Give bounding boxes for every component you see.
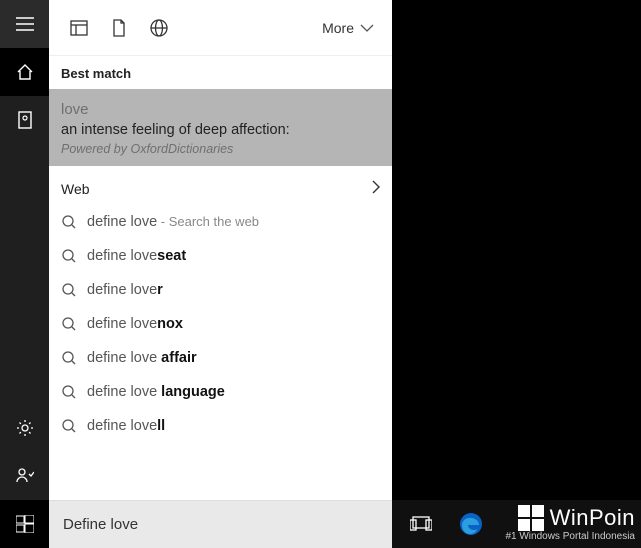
task-view-button[interactable] (402, 505, 440, 543)
search-panel: More Best match love an intense feeling … (49, 0, 392, 548)
suggestion-item[interactable]: define love language (49, 375, 392, 409)
best-match-definition: an intense feeling of deep affection: (61, 122, 380, 138)
feedback-button[interactable] (0, 452, 49, 500)
chevron-down-icon (360, 24, 374, 32)
start-button[interactable] (0, 500, 49, 548)
search-icon (61, 316, 77, 332)
search-icon (61, 418, 77, 434)
chevron-right-icon (372, 180, 380, 197)
apps-filter-icon[interactable] (59, 8, 99, 48)
search-icon (61, 350, 77, 366)
search-icon (61, 214, 77, 230)
more-filters-button[interactable]: More (314, 20, 382, 36)
taskbar (392, 500, 641, 548)
suggestion-item[interactable]: define love - Search the web (49, 205, 392, 239)
suggestion-item[interactable]: define lovell (49, 409, 392, 443)
documents-filter-icon[interactable] (99, 8, 139, 48)
suggestion-item[interactable]: define love affair (49, 341, 392, 375)
notebook-button[interactable] (0, 96, 49, 144)
home-button[interactable] (0, 48, 49, 96)
best-match-result[interactable]: love an intense feeling of deep affectio… (49, 89, 392, 166)
cortana-sidebar (0, 0, 49, 548)
search-icon (61, 384, 77, 400)
suggestion-list: define love - Search the web define love… (49, 205, 392, 443)
edge-browser-icon[interactable] (452, 505, 490, 543)
suggestion-item[interactable]: define lover (49, 273, 392, 307)
filter-toolbar: More (49, 0, 392, 56)
best-match-word: love (61, 101, 380, 118)
settings-button[interactable] (0, 404, 49, 452)
suggestion-item[interactable]: define loveseat (49, 239, 392, 273)
more-label: More (322, 20, 354, 36)
web-label: Web (61, 181, 90, 197)
search-value: Define love (63, 516, 138, 533)
search-input[interactable]: Define love (49, 500, 392, 548)
best-match-source: Powered by OxfordDictionaries (61, 142, 380, 156)
web-filter-icon[interactable] (139, 8, 179, 48)
hamburger-button[interactable] (0, 0, 49, 48)
suggestion-item[interactable]: define lovenox (49, 307, 392, 341)
search-icon (61, 248, 77, 264)
best-match-header: Best match (49, 56, 392, 89)
web-section-header[interactable]: Web (49, 166, 392, 205)
search-icon (61, 282, 77, 298)
